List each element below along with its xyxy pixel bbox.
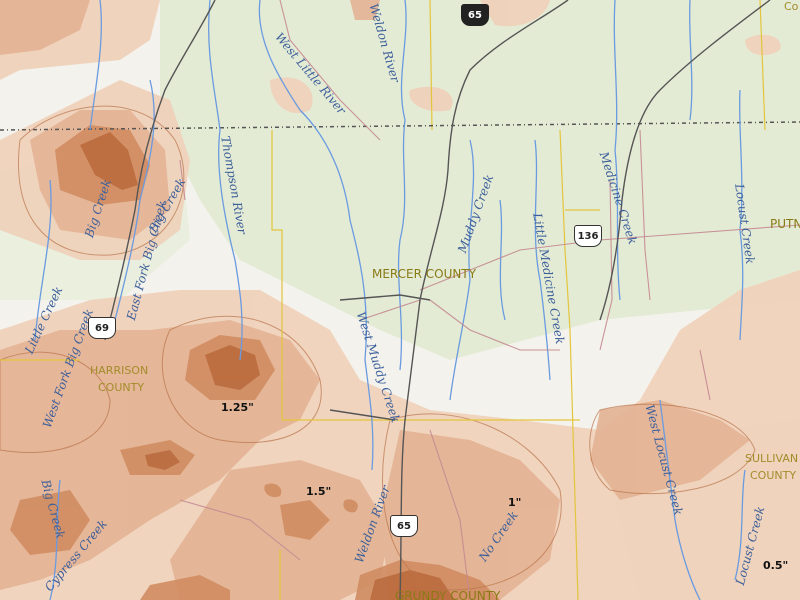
contour-label-1-inch: 1" <box>508 496 522 509</box>
contour-label-0-5-inch: 0.5" <box>763 559 789 572</box>
county-label-sullivan-line1: SULLIVAN <box>745 452 799 465</box>
county-label-harrison-line1: HARRISON <box>90 364 149 377</box>
map-canvas[interactable]: MERCER COUNTY HARRISON COUNTY SULLIVAN C… <box>0 0 800 600</box>
county-label-mercer: MERCER COUNTY <box>372 267 477 281</box>
contour-label-1-25-inch: 1.25" <box>221 401 254 414</box>
contour-label-1-5-inch: 1.5" <box>306 485 332 498</box>
county-label-sullivan-line2: COUNTY <box>750 469 797 482</box>
county-label-harrison-line2: COUNTY <box>98 381 145 394</box>
highway-shield-us65-top: 65 <box>461 4 489 26</box>
highway-shield-us69: 69 <box>88 317 116 339</box>
highway-shield-us136: 136 <box>574 225 602 247</box>
highway-shield-us65-lower: 65 <box>390 515 418 537</box>
county-label-top-right-partial: Co <box>784 0 799 13</box>
county-label-putnam-partial: PUTN <box>770 217 800 231</box>
county-label-grundy-partial: GRUNDY COUNTY <box>395 589 501 600</box>
